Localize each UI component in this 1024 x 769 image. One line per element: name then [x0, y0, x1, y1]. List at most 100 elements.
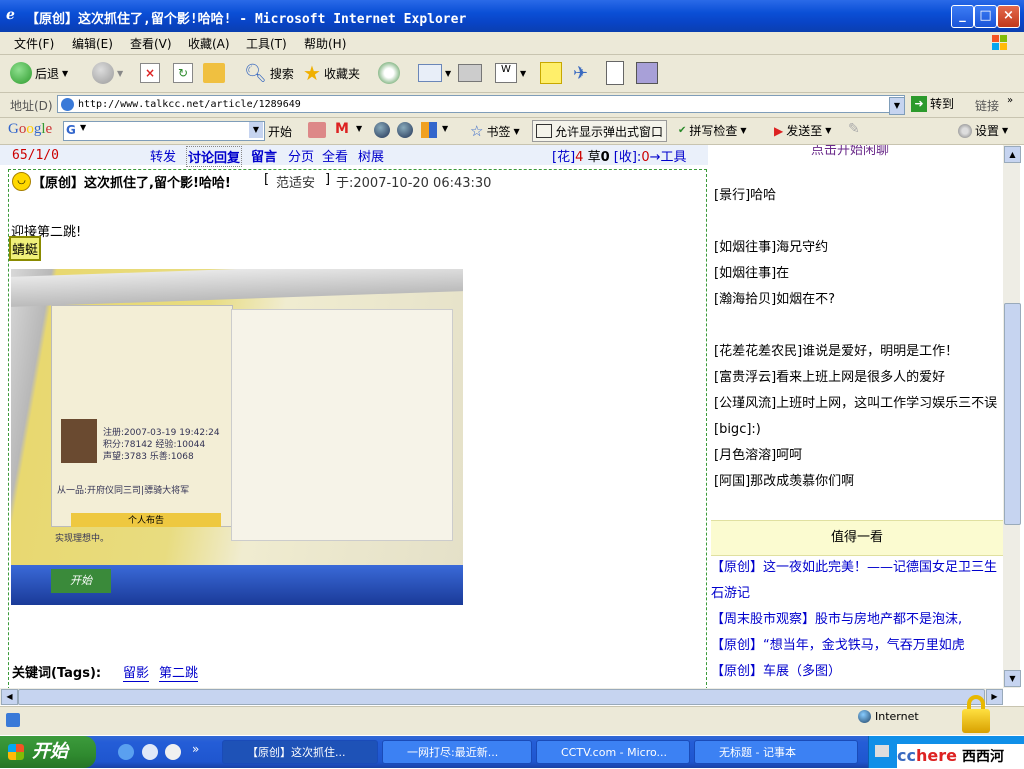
google-dropdown-icon[interactable]: ▼ — [249, 122, 263, 138]
chat-line: [如烟往事]海兄守约 — [714, 240, 829, 255]
hscroll-thumb[interactable] — [18, 689, 985, 705]
refresh-button[interactable]: ↻ — [173, 61, 193, 85]
google-search-input[interactable]: G ▼ ▼ — [63, 121, 265, 141]
tool-button[interactable] — [636, 61, 658, 85]
tag-link-2[interactable]: 第二跳 — [159, 662, 199, 682]
globe-icon-1[interactable] — [374, 122, 390, 138]
toolbar-icon-1[interactable] — [308, 122, 326, 138]
quicklaunch-more-icon[interactable]: » — [192, 742, 199, 756]
author-link[interactable]: 范适安 — [276, 172, 315, 191]
bookmarks-button[interactable]: ☆ 书签 ▼ — [470, 122, 520, 140]
task-cctv[interactable]: CCTV.com - Micro... — [536, 740, 690, 764]
gear-icon — [958, 123, 972, 138]
note-button[interactable] — [540, 61, 562, 85]
menu-favorites[interactable]: 收藏(A) — [188, 35, 230, 52]
recommended-item[interactable]: 【原创】“想当年，金戈铁马，气吞万里如虎 — [711, 633, 1001, 659]
chat-line: [如烟往事]在 — [714, 266, 790, 281]
recommended-item[interactable]: 【原创】车展（多图） — [711, 659, 1001, 685]
links-label[interactable]: 链接 — [975, 97, 999, 114]
bookmark-star-icon: ☆ — [470, 122, 484, 140]
word-icon: W — [495, 63, 517, 83]
quicklaunch-icon-2[interactable] — [142, 744, 158, 760]
horizontal-scrollbar[interactable]: ◀ ▶ — [0, 688, 1003, 705]
messenger-button[interactable]: ✈ — [573, 61, 588, 85]
forward-button[interactable]: ▼ — [92, 61, 123, 85]
popup-allow-button[interactable]: 允许显示弹出式窗口 — [532, 120, 668, 142]
mail-button[interactable]: ▼ — [418, 61, 451, 85]
google-search-button[interactable]: 开始 — [268, 123, 292, 140]
start-button[interactable]: 开始 — [0, 736, 96, 768]
tag-link-1[interactable]: 留影 — [123, 662, 150, 682]
chat-line: [bigc]:) — [714, 422, 761, 437]
windows-logo-icon — [992, 35, 1007, 50]
reply-link[interactable]: 讨论回复 — [186, 146, 243, 167]
menu-edit[interactable]: 编辑(E) — [72, 35, 113, 52]
system-tray: cchere 西西河 — [868, 736, 1024, 768]
task-ie-news[interactable]: 一网打尽:最近新... — [382, 740, 532, 764]
research-button[interactable] — [606, 61, 624, 85]
photo-avatar — [61, 419, 97, 463]
scroll-left-icon[interactable]: ◀ — [1, 689, 18, 705]
recommended-item[interactable]: 【原创】这一夜如此完美！——记德国女足卫三生石游记 — [711, 555, 1001, 607]
tray-icon[interactable] — [875, 745, 889, 757]
paging-link[interactable]: 分页 — [288, 146, 314, 165]
chat-list: [景行]哈哈 [如烟往事]海兄守约 [如烟往事]在 [瀚海拾贝]如烟在不? [花… — [714, 183, 1002, 495]
chat-line: [月色溶溶]呵呵 — [714, 448, 803, 463]
minimize-button[interactable]: _ — [951, 5, 974, 28]
edit-button[interactable]: W ▼ — [495, 61, 526, 85]
menu-file[interactable]: 文件(F) — [14, 35, 54, 52]
recommended-item[interactable]: 【周末股市观察】股市与房地产都不是泡沫, — [711, 607, 1001, 633]
quicklaunch-ie-icon[interactable] — [118, 744, 134, 760]
home-icon — [203, 63, 225, 83]
view-all-link[interactable]: 全看 — [322, 146, 348, 165]
menu-tools[interactable]: 工具(T) — [246, 35, 287, 52]
gmail-icon[interactable]: M — [335, 121, 349, 137]
back-button[interactable]: 后退 ▼ — [10, 61, 68, 85]
toolbar: 后退 ▼ ▼ × ↻ 🔍︎ 搜索 ★ 收藏夹 ▼ W ▼ ✈ — [0, 55, 1024, 93]
maximize-button[interactable]: □ — [974, 5, 997, 28]
links-chevron-icon[interactable]: » — [1007, 95, 1013, 106]
message-link[interactable]: 留言 — [251, 146, 277, 165]
scroll-up-icon[interactable]: ▲ — [1004, 146, 1021, 163]
quicklaunch-media-icon[interactable] — [165, 744, 181, 760]
tags-label: 关键词(Tags): — [12, 666, 102, 681]
status-bar: Internet — [0, 695, 1024, 735]
flower-link[interactable]: [花] — [552, 150, 575, 165]
collect-link[interactable]: [收]: — [614, 150, 642, 165]
tools-link[interactable]: →工具 — [650, 150, 687, 165]
spell-check-icon: ✔ — [678, 125, 687, 136]
spell-check-button[interactable]: ✔ 拼写检查 ▼ — [678, 122, 747, 139]
highlighter-icon[interactable]: ✎ — [848, 121, 860, 137]
task-notepad[interactable]: 无标题 - 记事本 — [694, 740, 858, 764]
vertical-scrollbar[interactable]: ▲ ▼ — [1003, 145, 1021, 688]
internet-globe-icon — [858, 710, 871, 723]
toolbar-icon-2[interactable] — [421, 122, 437, 138]
window-title: 【原创】这次抓住了,留个影!哈哈! - Microsoft Internet E… — [26, 12, 467, 27]
globe-icon-2[interactable] — [397, 122, 413, 138]
page-content: 65/1/0 转发 讨论回复 留言 分页 全看 树展 [花]4 草0 [收]:0… — [0, 145, 1003, 688]
history-button[interactable] — [378, 61, 400, 85]
scrollbar-thumb[interactable] — [1004, 303, 1021, 525]
menu-view[interactable]: 查看(V) — [130, 35, 172, 52]
settings-button[interactable]: 设置 ▼ — [958, 122, 1008, 139]
search-button[interactable]: 🔍︎ 搜索 — [244, 61, 294, 85]
favorites-button[interactable]: ★ 收藏夹 — [303, 61, 360, 85]
task-ie-article[interactable]: 【原创】这次抓住... — [222, 740, 378, 764]
chat-line: [瀚海拾贝]如烟在不? — [714, 292, 836, 307]
close-button[interactable]: × — [997, 5, 1020, 28]
home-button[interactable] — [203, 61, 225, 85]
send-to-button[interactable]: ▶ 发送至 ▼ — [774, 122, 831, 139]
google-logo: Google — [8, 121, 53, 137]
menu-help[interactable]: 帮助(H) — [304, 35, 346, 52]
stop-button[interactable]: × — [140, 61, 160, 85]
title-bar[interactable]: ℯ 【原创】这次抓住了,留个影!哈哈! - Microsoft Internet… — [0, 0, 1024, 32]
address-dropdown-icon[interactable]: ▼ — [889, 97, 905, 115]
go-button[interactable]: ➜ 转到 — [911, 95, 954, 112]
print-button[interactable] — [458, 61, 482, 85]
chat-start-link[interactable]: 点击开始闲聊 — [811, 145, 889, 158]
sidebar: 点击开始闲聊 [景行]哈哈 [如烟往事]海兄守约 [如烟往事]在 [瀚海拾贝]如… — [709, 145, 1003, 688]
scroll-down-icon[interactable]: ▼ — [1004, 670, 1021, 687]
forward-link[interactable]: 转发 — [150, 146, 176, 165]
address-input[interactable]: http://www.talkcc.net/article/1289649 — [57, 95, 905, 113]
tree-link[interactable]: 树展 — [358, 146, 384, 165]
